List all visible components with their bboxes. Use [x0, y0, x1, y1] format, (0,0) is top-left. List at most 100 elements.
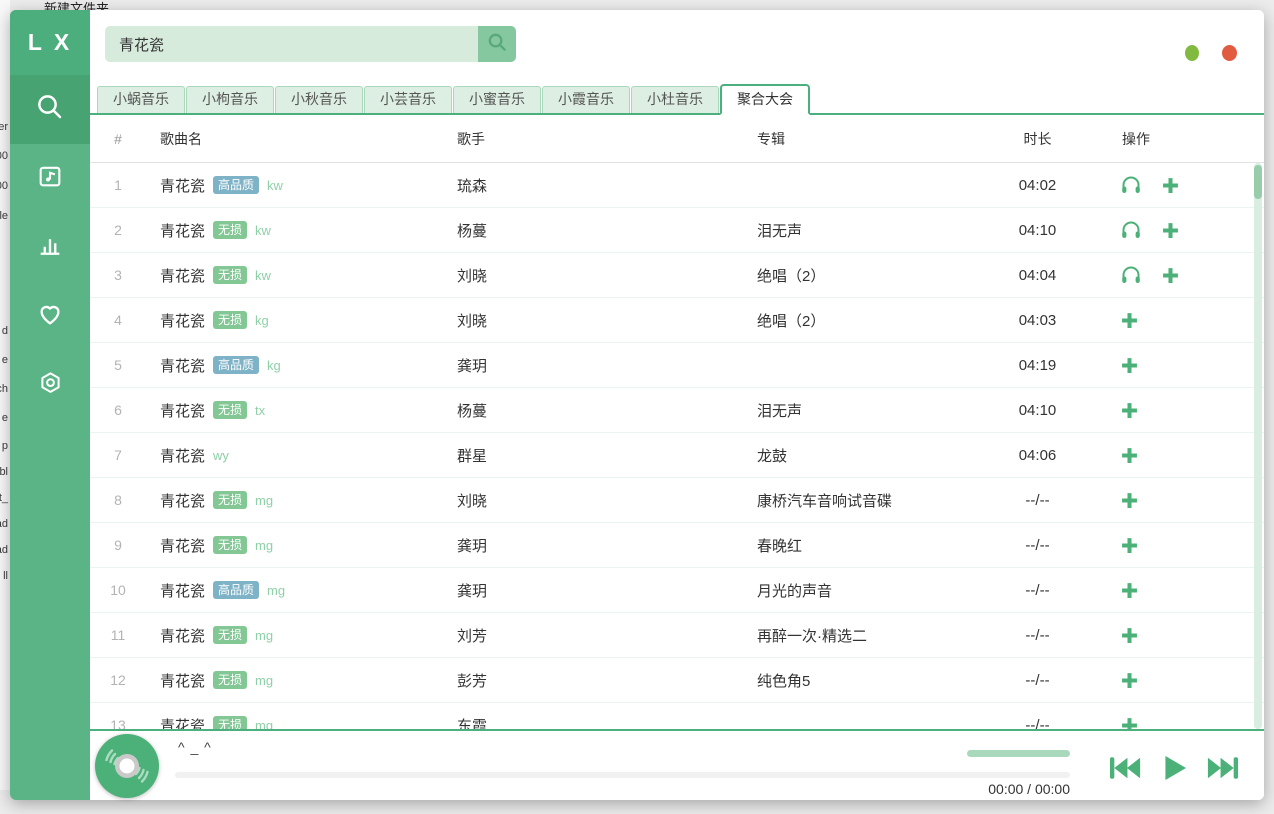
minimize-button[interactable]	[1185, 45, 1199, 61]
table-row[interactable]: 3 青花瓷 无损 kw 刘晓 绝唱（2） 04:04	[90, 253, 1264, 298]
column-header-actions: 操作	[1105, 129, 1264, 149]
player-bar: ^ _ ^ 00:00 / 00:00	[90, 729, 1264, 800]
album-cell: 泪无声	[745, 400, 970, 421]
quality-badge: 高品质	[213, 581, 259, 598]
table-row[interactable]: 4 青花瓷 无损 kg 刘晓 绝唱（2） 04:03	[90, 298, 1264, 343]
table-row[interactable]: 8 青花瓷 无损 mg 刘晓 康桥汽车音响试音碟 --/--	[90, 478, 1264, 523]
tab-label: 小枸音乐	[202, 91, 258, 107]
source-tag: kg	[267, 358, 281, 373]
search-button[interactable]	[478, 26, 516, 62]
tab-label: 小蜗音乐	[113, 91, 169, 107]
song-name: 青花瓷	[160, 220, 205, 241]
row-index: 13	[90, 717, 146, 729]
sidebar-item-settings[interactable]	[10, 351, 90, 420]
volume-slider[interactable]	[967, 750, 1070, 757]
listen-button[interactable]	[1119, 173, 1143, 197]
table-row[interactable]: 10 青花瓷 高品质 mg 龚玥 月光的声音 --/--	[90, 568, 1264, 613]
artist-cell: 彭芳	[445, 670, 745, 691]
tab[interactable]: 小秋音乐	[275, 86, 363, 113]
artist-cell: 刘晓	[445, 490, 745, 511]
next-button[interactable]	[1205, 754, 1240, 782]
table-row[interactable]: 6 青花瓷 无损 tx 杨蔓 泪无声 04:10	[90, 388, 1264, 433]
desktop-text-fragment: t_	[0, 492, 8, 504]
table-row[interactable]: 5 青花瓷 高品质 kg 龚玥 04:19	[90, 343, 1264, 388]
tab-label: 聚合大会	[737, 91, 793, 107]
sidebar-item-songlist[interactable]	[10, 144, 90, 213]
song-name: 青花瓷	[160, 715, 205, 730]
song-name: 青花瓷	[160, 535, 205, 556]
album-cell: 龙鼓	[745, 445, 970, 466]
sidebar-item-favorites[interactable]	[10, 282, 90, 351]
scrollbar-thumb[interactable]	[1254, 165, 1262, 199]
add-button[interactable]	[1160, 265, 1181, 286]
artist-cell: 龚玥	[445, 535, 745, 556]
duration-cell: 04:19	[970, 357, 1105, 374]
tab[interactable]: 小霞音乐	[542, 86, 630, 113]
add-button[interactable]	[1160, 220, 1181, 241]
artist-cell: 龚玥	[445, 355, 745, 376]
duration-cell: 04:10	[970, 402, 1105, 419]
listen-button[interactable]	[1119, 263, 1143, 287]
desktop-text-fragment: e	[2, 412, 8, 424]
add-button[interactable]	[1119, 715, 1140, 730]
album-cell: 泪无声	[745, 220, 970, 241]
previous-button[interactable]	[1108, 754, 1143, 782]
sidebar-item-leaderboard[interactable]	[10, 213, 90, 282]
tab-label: 小杜音乐	[647, 91, 703, 107]
column-header-artist: 歌手	[445, 129, 745, 149]
add-button[interactable]	[1119, 670, 1140, 691]
row-index: 8	[90, 492, 146, 508]
table-row[interactable]: 13 青花瓷 无损 mg 东霞 --/--	[90, 703, 1264, 729]
tab[interactable]: 小芸音乐	[364, 86, 452, 113]
tab-label: 小霞音乐	[558, 91, 614, 107]
close-button[interactable]	[1222, 45, 1237, 61]
actions-cell	[1105, 490, 1264, 511]
player-controls	[1108, 752, 1240, 784]
title-bar	[90, 10, 1264, 85]
add-button[interactable]	[1119, 535, 1140, 556]
add-button[interactable]	[1119, 310, 1140, 331]
add-button[interactable]	[1119, 400, 1140, 421]
artist-cell: 刘芳	[445, 625, 745, 646]
actions-cell	[1105, 263, 1264, 287]
album-disc-icon[interactable]	[94, 733, 160, 799]
search-results-panel: # 歌曲名 歌手 专辑 时长 操作 1 青花瓷 高品质 kw 琉森 04:02	[90, 115, 1264, 729]
tab[interactable]: 小枸音乐	[186, 86, 274, 113]
table-row[interactable]: 1 青花瓷 高品质 kw 琉森 04:02	[90, 163, 1264, 208]
add-button[interactable]	[1119, 490, 1140, 511]
add-button[interactable]	[1119, 445, 1140, 466]
song-name: 青花瓷	[160, 625, 205, 646]
tab[interactable]: 聚合大会	[720, 84, 810, 115]
desktop-text-fragment: e	[2, 354, 8, 366]
table-row[interactable]: 12 青花瓷 无损 mg 彭芳 纯色角5 --/--	[90, 658, 1264, 703]
play-button[interactable]	[1158, 752, 1190, 784]
row-index: 9	[90, 537, 146, 553]
quality-badge: 无损	[213, 536, 247, 553]
source-tag: mg	[255, 718, 273, 730]
quality-badge: 无损	[213, 221, 247, 238]
add-button[interactable]	[1119, 625, 1140, 646]
progress-bar[interactable]	[175, 772, 1070, 778]
row-index: 12	[90, 672, 146, 688]
sidebar-item-search[interactable]	[10, 75, 90, 144]
scrollbar-track[interactable]	[1254, 163, 1262, 729]
search-input[interactable]	[105, 26, 478, 62]
listen-button[interactable]	[1119, 218, 1143, 242]
add-button[interactable]	[1119, 355, 1140, 376]
table-row[interactable]: 7 青花瓷 wy 群星 龙鼓 04:06	[90, 433, 1264, 478]
source-tag: tx	[255, 403, 265, 418]
add-button[interactable]	[1160, 175, 1181, 196]
table-row[interactable]: 9 青花瓷 无损 mg 龚玥 春晚红 --/--	[90, 523, 1264, 568]
tab[interactable]: 小杜音乐	[631, 86, 719, 113]
table-row[interactable]: 11 青花瓷 无损 mg 刘芳 再醉一次·精选二 --/--	[90, 613, 1264, 658]
song-name: 青花瓷	[160, 310, 205, 331]
song-cell: 青花瓷 无损 mg	[146, 670, 445, 691]
desktop-text-fragment: p	[2, 440, 8, 452]
add-button[interactable]	[1119, 580, 1140, 601]
search-icon	[35, 92, 65, 127]
source-tag: mg	[255, 493, 273, 508]
column-header-song: 歌曲名	[146, 129, 445, 149]
tab[interactable]: 小蜜音乐	[453, 86, 541, 113]
tab[interactable]: 小蜗音乐	[97, 86, 185, 113]
table-row[interactable]: 2 青花瓷 无损 kw 杨蔓 泪无声 04:10	[90, 208, 1264, 253]
